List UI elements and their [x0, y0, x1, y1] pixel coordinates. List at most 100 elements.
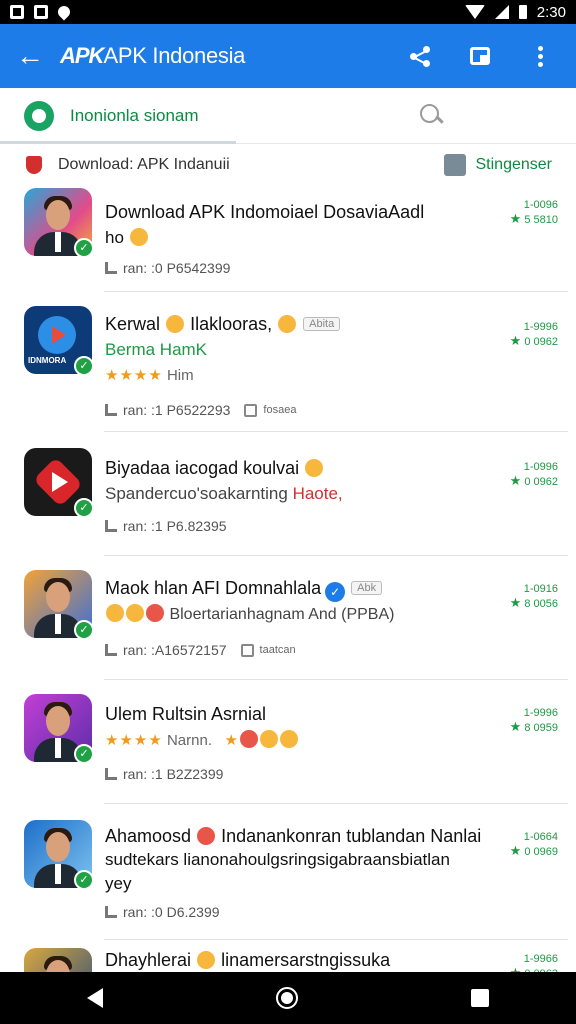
category-chip[interactable]: Abk	[351, 581, 383, 595]
search-input[interactable]: Inonionla sionam	[70, 106, 420, 126]
item-meta: ran: :0 P6542399	[105, 260, 230, 276]
status-bar: 2:30	[0, 0, 576, 24]
item-subtitle: Bloertarianhagnam And (PPBA)	[105, 604, 394, 624]
item-meta: ran: :1 B2Z2399	[105, 766, 223, 782]
star-icon: ★	[509, 473, 522, 488]
thumbs-up-icon	[105, 404, 117, 416]
item-title: Dhayhlerai linamersarstngissuka	[105, 950, 391, 970]
verified-check-icon: ✓	[74, 238, 94, 258]
file-notification-icon	[34, 5, 48, 19]
item-stats: 1-9996 ★ 8 0959	[509, 707, 558, 734]
rating-stars: ★★★★	[105, 732, 163, 749]
item-title: Kerwal Ilaklooras, Abita	[105, 314, 341, 335]
verified-check-icon: ✓	[74, 356, 94, 376]
share-icon	[409, 45, 431, 67]
emoji-icon	[106, 604, 124, 622]
star-icon: ★	[509, 843, 522, 858]
filter-row[interactable]: Download: APK Indanuii Stingenser	[0, 148, 576, 182]
search-bar[interactable]: Inonionla sionam	[0, 88, 576, 144]
site-logo-icon	[24, 100, 54, 131]
item-title: Ulem Rultsin Asrnial	[105, 704, 267, 724]
battery-icon	[518, 5, 527, 19]
star-icon: ★	[509, 211, 522, 226]
more-vert-icon	[537, 45, 543, 67]
device-icon	[240, 643, 254, 657]
shield-icon	[26, 156, 42, 174]
share-button[interactable]	[392, 28, 448, 84]
window-icon	[470, 47, 490, 65]
star-icon: ★	[509, 333, 522, 348]
verified-check-icon: ✓	[74, 620, 94, 640]
item-rating: ★★★★ Narnn. ★	[105, 730, 299, 749]
item-title: Maok hlan AFI Domnahlala ✓ Abk	[105, 578, 383, 602]
star-icon: ★	[509, 719, 522, 734]
search-icon[interactable]	[420, 103, 444, 128]
category-chip[interactable]: Abita	[303, 317, 341, 331]
item-subtitle: ho	[105, 228, 149, 248]
item-subtitle-2: yey	[105, 874, 132, 893]
thumbs-up-icon	[105, 262, 117, 274]
item-subtitle: Spandercuo'soakarnting Haote,	[105, 484, 343, 503]
item-subtitle: Berma HamK	[105, 340, 208, 359]
item-stats: 1-9996 ★ 0 0962	[509, 321, 558, 348]
emoji-icon	[126, 604, 144, 622]
verified-check-icon: ✓	[74, 498, 94, 518]
item-meta: ran: :A16572157 taatcan	[105, 642, 296, 658]
app-list: ✓ Download APK Indomoiael DosaviaAadl ho…	[0, 184, 576, 1016]
nav-back-icon[interactable]	[86, 988, 103, 1008]
item-rating: ★★★★ Him	[105, 367, 194, 384]
device-icon	[244, 403, 258, 417]
filter-label: Download: APK Indanuii	[58, 156, 230, 173]
emoji-icon	[279, 730, 298, 748]
verified-badge-icon: ✓	[325, 582, 346, 602]
list-item[interactable]: ✓ Ulem Rultsin Asrnial ★★★★ Narnn. ★ ran…	[0, 680, 576, 804]
thumbs-up-icon	[105, 644, 117, 656]
emoji-icon	[305, 459, 324, 477]
verified-check-icon: ✓	[74, 870, 94, 890]
verified-check-icon: ✓	[74, 744, 94, 764]
emoji-icon	[129, 228, 148, 246]
navigation-bar	[0, 972, 576, 1024]
open-window-button[interactable]	[452, 28, 508, 84]
emoji-icon	[166, 315, 185, 333]
app-title: APKAPK Indonesia	[60, 43, 392, 69]
star-icon: ★	[509, 595, 522, 610]
list-item[interactable]: ✓ Ahamoosd Indanankonran tublandan Nanla…	[0, 804, 576, 940]
user-avatar-icon[interactable]	[443, 154, 466, 176]
item-stats: 1-0096 ★ 5 5810	[509, 199, 558, 226]
emoji-icon	[197, 951, 216, 969]
item-title: Download APK Indomoiael DosaviaAadl	[105, 202, 425, 222]
item-meta: ran: :1 P6522293 fosaea	[105, 402, 296, 418]
search-underline	[0, 141, 236, 144]
filter-right-label[interactable]: Stingenser	[476, 156, 553, 174]
nav-recents-icon[interactable]	[471, 989, 490, 1007]
image-notification-icon	[10, 5, 24, 19]
item-title: Biyadaa iacogad koulvai	[105, 458, 324, 479]
thumbs-up-icon	[105, 906, 117, 918]
item-subtitle: sudtekars lianonahoulgsringsigabraansbia…	[105, 850, 450, 869]
app-bar: ← APKAPK Indonesia	[0, 24, 576, 88]
thumbs-up-icon	[105, 520, 117, 532]
clock: 2:30	[536, 3, 566, 21]
location-notification-icon	[55, 3, 73, 21]
list-item[interactable]: ✓ Download APK Indomoiael DosaviaAadl ho…	[0, 184, 576, 292]
emoji-icon	[278, 315, 297, 333]
wifi-icon	[464, 5, 485, 19]
emoji-icon	[239, 730, 258, 748]
app-title-text: APK Indonesia	[103, 43, 246, 68]
back-arrow-icon[interactable]: ←	[0, 24, 60, 88]
nav-home-icon[interactable]	[275, 987, 298, 1009]
overflow-menu-button[interactable]	[512, 28, 568, 84]
item-meta: ran: :1 P6.82395	[105, 518, 227, 534]
list-item[interactable]: ✓ Biyadaa iacogad koulvai Spandercuo'soa…	[0, 432, 576, 556]
emoji-icon	[259, 730, 278, 748]
item-stats: 1-0664 ★ 0 0969	[509, 831, 558, 858]
rating-stars: ★★★★	[105, 367, 163, 384]
item-title: Ahamoosd Indanankonran tublandan Nanlai	[105, 826, 482, 846]
emoji-icon	[197, 827, 216, 845]
item-stats: 1-0916 ★ 8 0056	[509, 583, 558, 610]
thumbs-up-icon	[105, 768, 117, 780]
list-item[interactable]: ✓ Maok hlan AFI Domnahlala ✓ Abk Bloertari…	[0, 556, 576, 680]
item-meta: ran: :0 D6.2399	[105, 904, 220, 920]
list-item[interactable]: IDNMORA ✓ Kerwal Ilaklooras, Abita Berma…	[0, 292, 576, 432]
